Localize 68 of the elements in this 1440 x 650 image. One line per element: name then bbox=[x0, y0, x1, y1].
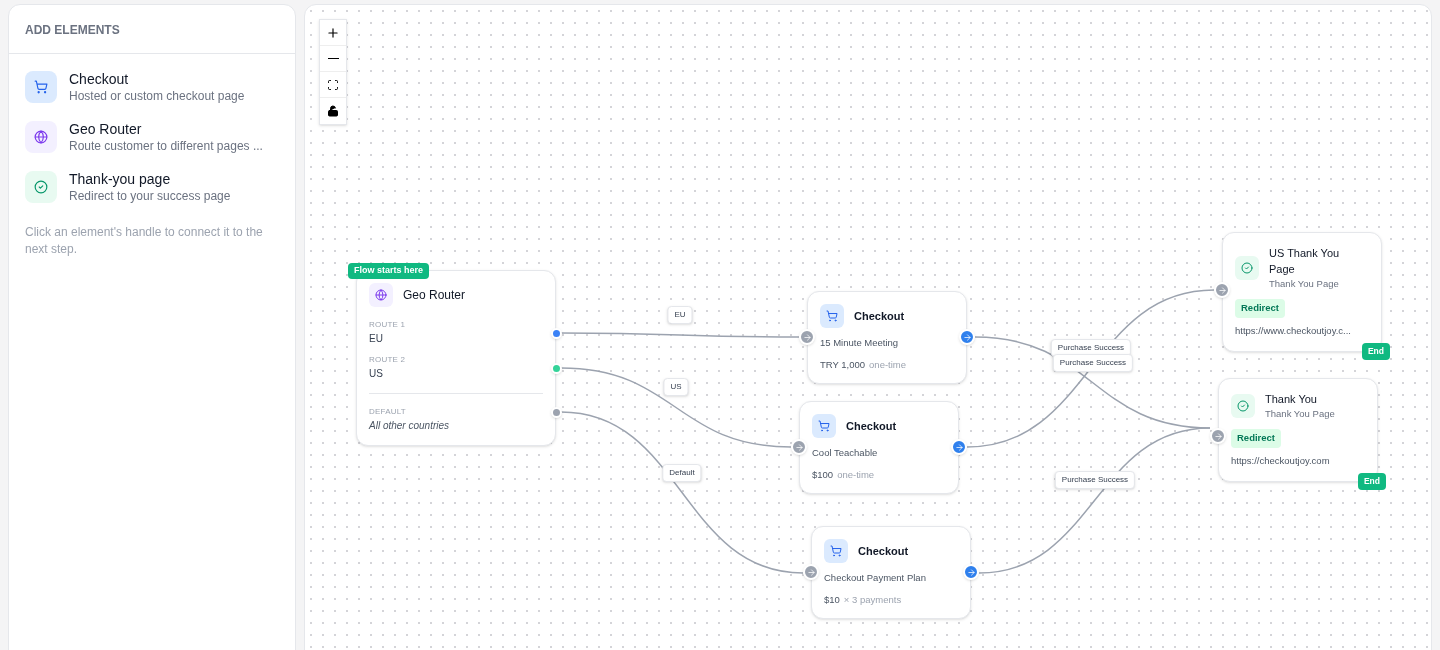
element-description: Route customer to different pages ... bbox=[69, 138, 263, 154]
globe-icon bbox=[25, 121, 57, 153]
start-badge: Flow starts here bbox=[348, 263, 430, 279]
element-item[interactable]: Thank-you page Redirect to your success page bbox=[25, 170, 279, 204]
cart-icon bbox=[820, 304, 844, 328]
input-handle[interactable] bbox=[791, 439, 807, 455]
plus-icon bbox=[326, 25, 340, 40]
route-handle[interactable] bbox=[551, 363, 562, 374]
price: TRY 1,000 bbox=[820, 358, 866, 373]
node-title: Checkout bbox=[854, 308, 905, 324]
edge-label: US bbox=[663, 378, 689, 396]
edge-label: Purchase Success bbox=[1054, 471, 1136, 489]
hint-text: Click an element's handle to connect it to the next step. bbox=[25, 224, 264, 258]
price-note: one-time bbox=[869, 358, 907, 373]
output-handle[interactable] bbox=[951, 439, 967, 455]
output-handle[interactable] bbox=[959, 329, 975, 345]
cart-icon bbox=[25, 71, 57, 103]
price: $10 bbox=[824, 593, 840, 608]
redirect-tag: Redirect bbox=[1235, 299, 1285, 318]
element-title: Thank-you page bbox=[69, 170, 172, 188]
route-label: ROUTE 2 bbox=[369, 354, 407, 366]
input-handle[interactable] bbox=[799, 329, 815, 345]
node-title: US Thank You Page bbox=[1269, 246, 1341, 277]
route-value: EU bbox=[369, 332, 384, 346]
element-title: Geo Router bbox=[69, 120, 143, 138]
element-item[interactable]: Geo Router Route customer to different pages ... bbox=[25, 120, 279, 154]
node-title: Geo Router bbox=[403, 287, 466, 304]
unlock-icon bbox=[327, 105, 339, 117]
input-handle[interactable] bbox=[1214, 282, 1230, 298]
element-item[interactable]: Checkout Hosted or custom checkout page bbox=[25, 70, 279, 104]
node-subtitle: Thank You Page bbox=[1265, 407, 1335, 421]
product-name: 15 Minute Meeting bbox=[820, 336, 900, 350]
route-handle[interactable] bbox=[551, 328, 562, 339]
redirect-url: https://www.checkoutjoy.c... bbox=[1235, 324, 1352, 339]
output-handle[interactable] bbox=[963, 564, 979, 580]
edge-label: Default bbox=[662, 464, 702, 482]
edge-label: EU bbox=[667, 306, 693, 324]
checkout-node[interactable]: Checkout Checkout Payment Plan $10 × 3 payments bbox=[811, 526, 971, 619]
route-value: US bbox=[369, 367, 384, 381]
globe-icon bbox=[369, 283, 393, 307]
edge-label: Purchase Success bbox=[1052, 354, 1134, 372]
checkout-node[interactable]: Checkout Cool Teachable $100 one-time bbox=[799, 401, 959, 494]
node-title: Checkout bbox=[846, 418, 897, 434]
node-subtitle: Thank You Page bbox=[1269, 277, 1340, 291]
input-handle[interactable] bbox=[803, 564, 819, 580]
checkout-node[interactable]: Checkout 15 Minute Meeting TRY 1,000 one-time bbox=[807, 291, 967, 384]
fit-view-icon bbox=[327, 78, 339, 91]
route-value: All other countries bbox=[369, 419, 451, 433]
product-name: Checkout Payment Plan bbox=[824, 571, 927, 585]
redirect-url: https://checkoutjoy.com bbox=[1231, 454, 1331, 469]
route-label: ROUTE 1 bbox=[369, 319, 407, 331]
minus-icon bbox=[327, 57, 339, 60]
cart-icon bbox=[824, 539, 848, 563]
node-title: Thank You bbox=[1265, 392, 1318, 407]
route-label: DEFAULT bbox=[369, 406, 407, 418]
element-description: Redirect to your success page bbox=[69, 188, 231, 204]
price: $100 bbox=[812, 468, 834, 483]
redirect-tag: Redirect bbox=[1231, 429, 1281, 448]
node-title: Checkout bbox=[858, 543, 909, 559]
cart-icon bbox=[812, 414, 836, 438]
sidebar-title: ADD ELEMENTS bbox=[25, 23, 120, 37]
product-name: Cool Teachable bbox=[812, 446, 879, 460]
element-description: Hosted or custom checkout page bbox=[69, 88, 245, 104]
price-note: × 3 payments bbox=[843, 593, 902, 608]
price-note: one-time bbox=[837, 468, 875, 483]
input-handle[interactable] bbox=[1210, 428, 1226, 444]
element-title: Checkout bbox=[69, 70, 130, 88]
default-handle[interactable] bbox=[551, 407, 562, 418]
